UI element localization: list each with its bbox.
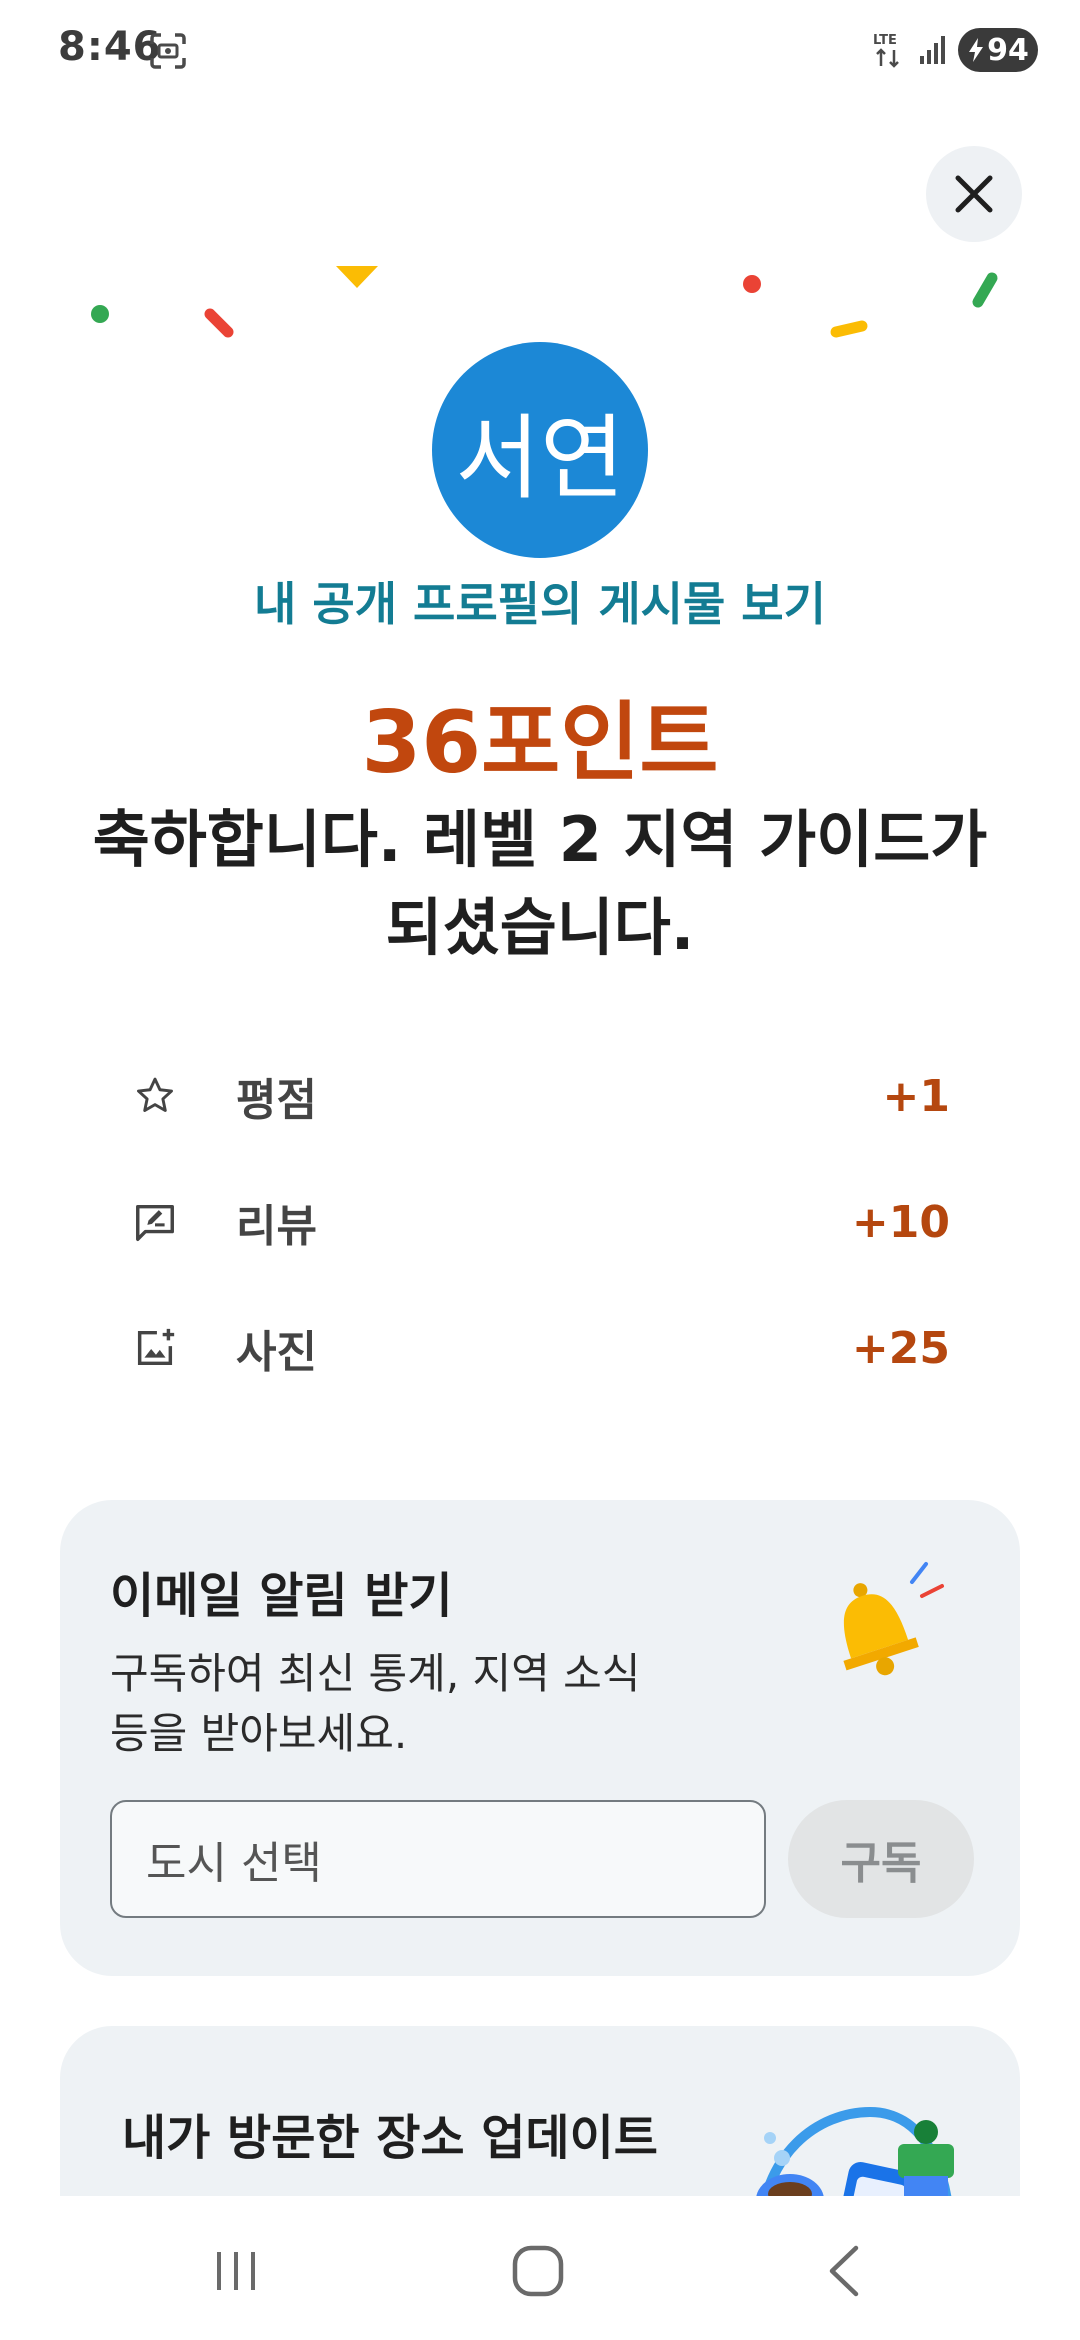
charging-bolt-icon — [969, 38, 984, 62]
bell-icon — [843, 1562, 944, 1676]
email-card-description: 구독하여 최신 통계, 지역 소식 등을 받아보세요. — [110, 1644, 730, 1764]
close-button[interactable] — [926, 146, 1022, 242]
city-select-input[interactable]: 도시 선택 — [110, 1800, 766, 1918]
points-total: 36포인트 — [361, 693, 719, 793]
stat-row-photos: 사진 +25 — [130, 1308, 950, 1388]
headline-line-2: 되셨습니다. — [385, 891, 695, 964]
stat-label: 리뷰 — [236, 1201, 317, 1252]
email-card-title: 이메일 알림 받기 — [110, 1568, 453, 1624]
status-time: 8:46 — [58, 24, 162, 70]
avatar-initials: 서연 — [455, 404, 625, 512]
signal-icon — [920, 36, 945, 64]
back-button[interactable] — [804, 2236, 884, 2306]
screenshot-icon — [150, 33, 186, 69]
back-icon — [829, 2245, 859, 2297]
stat-row-ratings: 평점 +1 — [130, 1056, 950, 1136]
svg-text:LTE: LTE — [873, 33, 897, 48]
places-card-title: 내가 방문한 장소 업데이트 — [122, 2110, 658, 2166]
review-edit-icon — [130, 1197, 180, 1247]
lte-icon: LTE — [873, 33, 899, 68]
home-button[interactable] — [498, 2236, 578, 2306]
headline-line-1: 축하합니다. 레벨 2 지역 가이드가 — [92, 803, 988, 876]
battery-indicator: 94 — [958, 28, 1038, 72]
email-notification-card: 이메일 알림 받기 구독하여 최신 통계, 지역 소식 등을 받아보세요. 도시… — [60, 1500, 1020, 1976]
stat-row-reviews: 리뷰 +10 — [130, 1182, 950, 1262]
email-desc-line-1: 구독하여 최신 통계, 지역 소식 — [110, 1649, 641, 1698]
stat-label: 평점 — [236, 1075, 317, 1126]
home-icon — [512, 2245, 564, 2297]
system-navigation-bar — [0, 2196, 1080, 2340]
add-photo-icon — [130, 1323, 180, 1373]
stat-label: 사진 — [236, 1327, 317, 1378]
public-profile-link[interactable]: 내 공개 프로필의 게시물 보기 — [0, 568, 1080, 634]
close-icon — [955, 175, 993, 213]
email-desc-line-2: 등을 받아보세요. — [110, 1709, 408, 1758]
recent-apps-icon — [217, 2252, 255, 2290]
level-up-headline: 축하합니다. 레벨 2 지역 가이드가 되셨습니다. — [40, 796, 1040, 972]
subscribe-button[interactable]: 구독 — [788, 1800, 974, 1918]
status-bar: 8:46 LTE 94 — [0, 0, 1080, 100]
battery-level: 94 — [987, 32, 1029, 68]
star-outline-icon — [130, 1071, 180, 1121]
stat-value: +1 — [882, 1070, 950, 1122]
stat-value: +10 — [851, 1196, 950, 1248]
recent-apps-button[interactable] — [196, 2236, 276, 2306]
stat-value: +25 — [851, 1322, 950, 1374]
avatar[interactable]: 서연 — [432, 342, 648, 558]
